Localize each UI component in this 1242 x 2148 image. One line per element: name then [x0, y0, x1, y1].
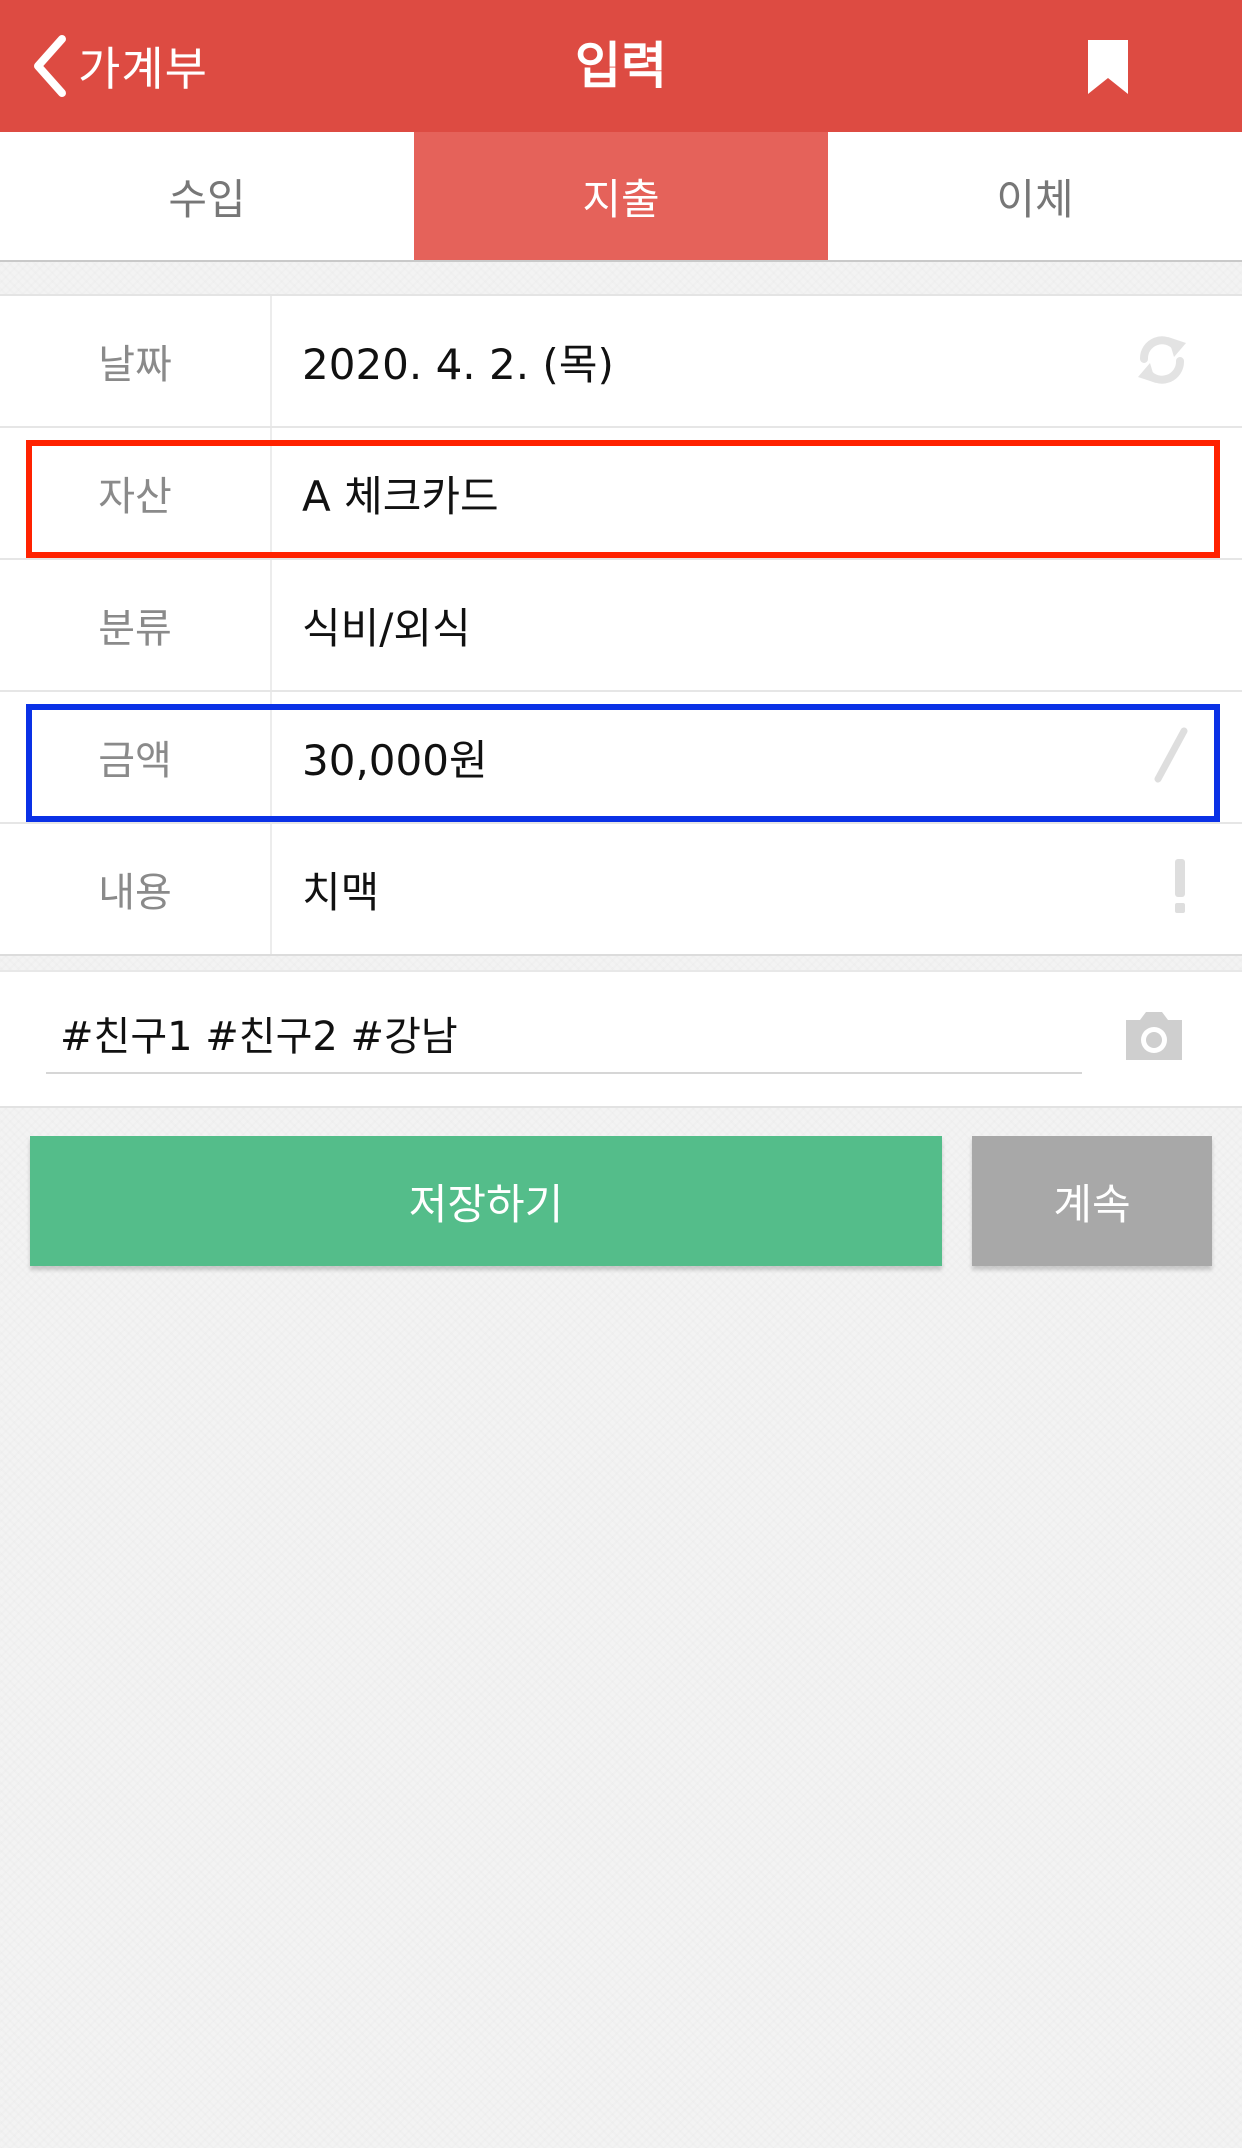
asset-label: 자산: [0, 428, 272, 558]
category-value[interactable]: 식비/외식: [272, 595, 1242, 656]
tab-income[interactable]: 수입: [0, 132, 414, 260]
refresh-icon[interactable]: [1134, 327, 1190, 395]
exclamation-icon[interactable]: [1170, 857, 1190, 921]
amount-value[interactable]: 30,000원: [272, 727, 1242, 788]
tab-expense[interactable]: 지출: [414, 132, 828, 260]
camera-icon[interactable]: [1122, 1008, 1186, 1068]
content-label: 내용: [0, 824, 272, 954]
amount-row[interactable]: 금액 30,000원: [0, 692, 1242, 824]
content-value[interactable]: 치맥: [272, 859, 1242, 920]
continue-button[interactable]: 계속: [972, 1136, 1212, 1266]
date-value[interactable]: 2020. 4. 2. (목): [272, 331, 1242, 392]
type-tabs: 수입 지출 이체: [0, 132, 1242, 262]
memo-section: #친구1 #친구2 #강남: [0, 970, 1242, 1108]
pencil-icon[interactable]: [1150, 725, 1190, 789]
tab-transfer[interactable]: 이체: [828, 132, 1242, 260]
date-row[interactable]: 날짜 2020. 4. 2. (목): [0, 296, 1242, 428]
date-label: 날짜: [0, 296, 272, 426]
asset-row[interactable]: 자산 A 체크카드: [0, 428, 1242, 560]
entry-form: 날짜 2020. 4. 2. (목) 자산 A 체크카드 분류 식비/외식 금액…: [0, 294, 1242, 956]
category-row[interactable]: 분류 식비/외식: [0, 560, 1242, 692]
asset-value[interactable]: A 체크카드: [272, 463, 1242, 524]
category-label: 분류: [0, 560, 272, 690]
header-bar: 가계부 입력: [0, 0, 1242, 132]
page-title: 입력: [575, 37, 667, 95]
save-button[interactable]: 저장하기: [30, 1136, 942, 1266]
content-row[interactable]: 내용 치맥: [0, 824, 1242, 954]
amount-label: 금액: [0, 692, 272, 822]
bookmark-icon[interactable]: [1086, 38, 1130, 96]
memo-input[interactable]: #친구1 #친구2 #강남: [46, 994, 1082, 1074]
